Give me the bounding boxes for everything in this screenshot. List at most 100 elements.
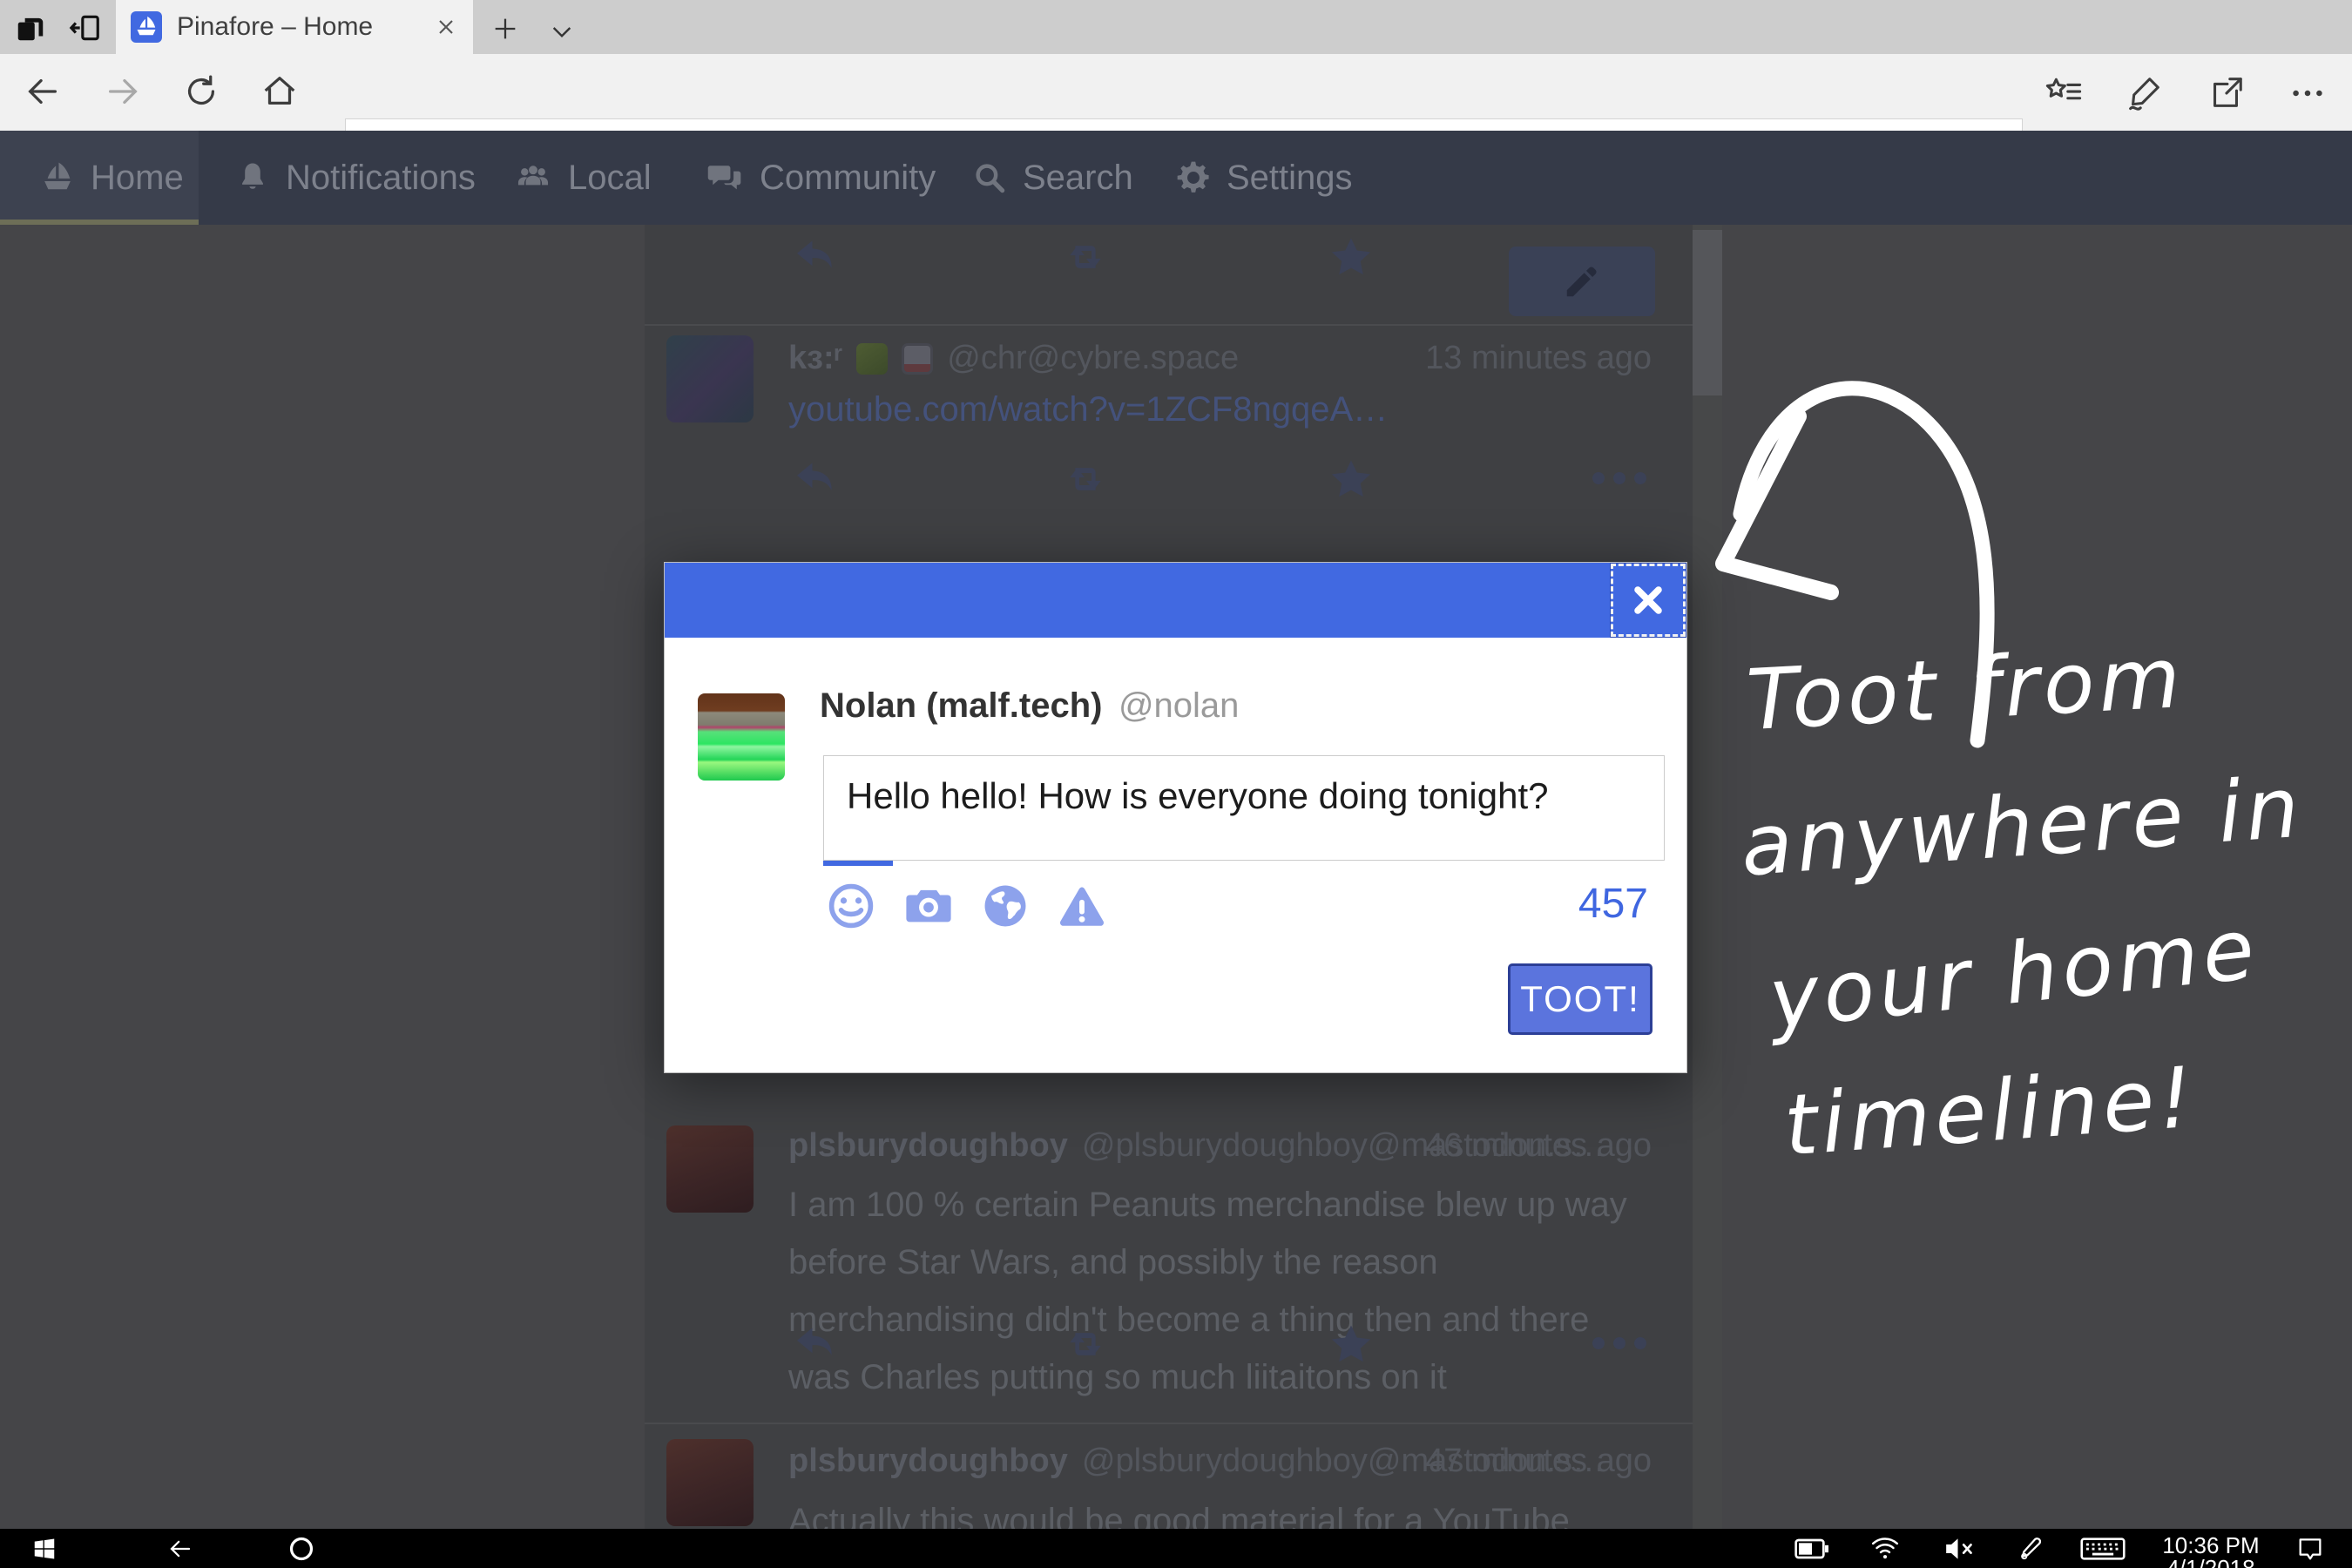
- nav-label: Settings: [1227, 159, 1353, 198]
- nav-label: Notifications: [286, 159, 476, 198]
- chevron-down-icon: [548, 17, 576, 45]
- boost-icon[interactable]: [1061, 233, 1110, 281]
- post-header: kз:ʳ @chr@cybre.space: [788, 340, 1239, 377]
- composer-identity: Nolan (malf.tech) @nolan: [820, 686, 1239, 726]
- post-body: Actually this would be good material for…: [788, 1492, 1659, 1529]
- dragon-emoji: [856, 343, 888, 375]
- favorite-star-icon[interactable]: [1327, 233, 1375, 281]
- action-center-icon[interactable]: [2296, 1537, 2324, 1561]
- post-timestamp[interactable]: 46 minutes ago: [1425, 1127, 1652, 1165]
- forward-button[interactable]: [103, 71, 143, 112]
- touch-keyboard-icon[interactable]: [2080, 1538, 2126, 1560]
- favorites-button[interactable]: [2044, 73, 2084, 113]
- taskbar-clock[interactable]: 10:36 PM 4/1/2018: [2136, 1534, 2286, 1568]
- nav-item-local[interactable]: Local: [512, 131, 652, 225]
- post-timestamp[interactable]: 47 minutes ago: [1425, 1443, 1652, 1480]
- browser-tab[interactable]: Pinafore – Home: [116, 0, 473, 54]
- more-options-button[interactable]: [2288, 73, 2328, 113]
- refresh-button[interactable]: [181, 71, 221, 112]
- content-warning-button[interactable]: [1054, 880, 1110, 936]
- privacy-globe-button[interactable]: [977, 878, 1033, 934]
- gear-icon: [1174, 159, 1213, 197]
- post-timestamp[interactable]: 13 minutes ago: [1425, 340, 1652, 377]
- close-icon: [1629, 581, 1667, 619]
- plus-icon: [490, 14, 520, 44]
- avatar[interactable]: [666, 1125, 754, 1213]
- volume-muted-icon[interactable]: [1943, 1536, 1977, 1562]
- screen: Pinafore – Home https://de: [0, 0, 2352, 1568]
- wifi-icon[interactable]: [1869, 1534, 1901, 1562]
- clock-date: 4/1/2018: [2136, 1557, 2286, 1568]
- compose-textarea[interactable]: Hello hello! How is everyone doing tonig…: [823, 755, 1665, 861]
- set-tabs-aside-button[interactable]: [68, 10, 103, 45]
- reply-icon[interactable]: [791, 1320, 840, 1369]
- floppy-disk-emoji: [902, 343, 933, 375]
- share-button[interactable]: [2206, 73, 2246, 113]
- emoji-picker-button[interactable]: [823, 878, 879, 934]
- nav-item-settings[interactable]: Settings: [1174, 131, 1353, 225]
- post-author-handle[interactable]: @chr@cybre.space: [947, 340, 1239, 377]
- pen-settings-icon[interactable]: [2017, 1535, 2045, 1563]
- toot-button-label: TOOT!: [1520, 978, 1640, 1020]
- media-upload-button[interactable]: [901, 878, 956, 934]
- new-tab-button[interactable]: [488, 11, 523, 46]
- tab-close-icon[interactable]: [434, 15, 458, 39]
- avatar[interactable]: [666, 1439, 754, 1526]
- post-link[interactable]: youtube.com/watch?v=1ZCF8ngqeA…: [788, 390, 1388, 429]
- length-gauge: [823, 861, 893, 866]
- nav-item-community[interactable]: Community: [704, 131, 936, 225]
- home-button[interactable]: [260, 71, 300, 112]
- stacked-tabs-icon: [14, 11, 47, 44]
- set-aside-icon: [69, 11, 102, 44]
- boost-icon[interactable]: [1061, 455, 1110, 504]
- chat-bubbles-icon: [704, 159, 746, 197]
- boost-icon[interactable]: [1061, 1320, 1110, 1369]
- toot-button[interactable]: TOOT!: [1508, 963, 1652, 1035]
- sailboat-icon: [38, 159, 77, 197]
- favorite-star-icon[interactable]: [1327, 1320, 1375, 1369]
- cortana-button[interactable]: [287, 1535, 315, 1563]
- post-body: I am 100 % certain Peanuts merchandise b…: [788, 1176, 1659, 1406]
- close-dialog-button[interactable]: [1611, 564, 1686, 637]
- composer-avatar[interactable]: [698, 693, 785, 781]
- compose-toot-dialog: Nolan (malf.tech) @nolan Hello hello! Ho…: [664, 562, 1687, 1073]
- character-count: 457: [1578, 880, 1648, 928]
- nav-label: Local: [568, 159, 652, 198]
- battery-icon[interactable]: [1794, 1538, 1829, 1560]
- nav-label: Community: [760, 159, 936, 198]
- reply-icon[interactable]: [791, 233, 840, 281]
- tab-title: Pinafore – Home: [177, 12, 373, 42]
- pinafore-favicon: [131, 11, 162, 43]
- tab-list-dropdown[interactable]: [544, 14, 579, 49]
- people-icon: [512, 159, 554, 197]
- nav-label: Home: [91, 159, 184, 198]
- post-author-name[interactable]: plsburydoughboy: [788, 1127, 1068, 1165]
- bell-icon: [233, 159, 272, 197]
- post-divider: [645, 1423, 1693, 1424]
- post-divider: [645, 324, 1693, 326]
- nav-item-home[interactable]: Home: [38, 131, 184, 225]
- nav-item-notifications[interactable]: Notifications: [233, 131, 476, 225]
- page-background-left: [0, 225, 645, 1529]
- compose-toot-fab[interactable]: [1509, 247, 1655, 316]
- back-button[interactable]: [23, 71, 63, 112]
- avatar[interactable]: [666, 335, 754, 422]
- browser-toolbar: https://dev.pinafore.social/: [0, 54, 2352, 131]
- search-icon: [970, 159, 1009, 197]
- web-notes-button[interactable]: [2124, 73, 2164, 113]
- composer-display-name: Nolan (malf.tech): [820, 686, 1102, 725]
- nav-item-search[interactable]: Search: [970, 131, 1133, 225]
- tab-preview-button[interactable]: [13, 10, 48, 45]
- post-author-name[interactable]: plsburydoughboy: [788, 1443, 1068, 1480]
- start-button[interactable]: [31, 1536, 57, 1562]
- nav-label: Search: [1023, 159, 1133, 198]
- more-actions-icon[interactable]: [1592, 472, 1646, 484]
- taskbar-back-button[interactable]: [167, 1536, 193, 1562]
- compose-text: Hello hello! How is everyone doing tonig…: [824, 756, 1664, 836]
- reply-icon[interactable]: [791, 455, 840, 504]
- favorite-star-icon[interactable]: [1327, 455, 1375, 504]
- pencil-icon: [1562, 261, 1602, 301]
- post-author-name[interactable]: kз:ʳ: [788, 340, 842, 377]
- pinafore-nav-bar: Home Notifications Local Community Searc…: [0, 131, 2352, 225]
- more-actions-icon[interactable]: [1592, 1337, 1646, 1349]
